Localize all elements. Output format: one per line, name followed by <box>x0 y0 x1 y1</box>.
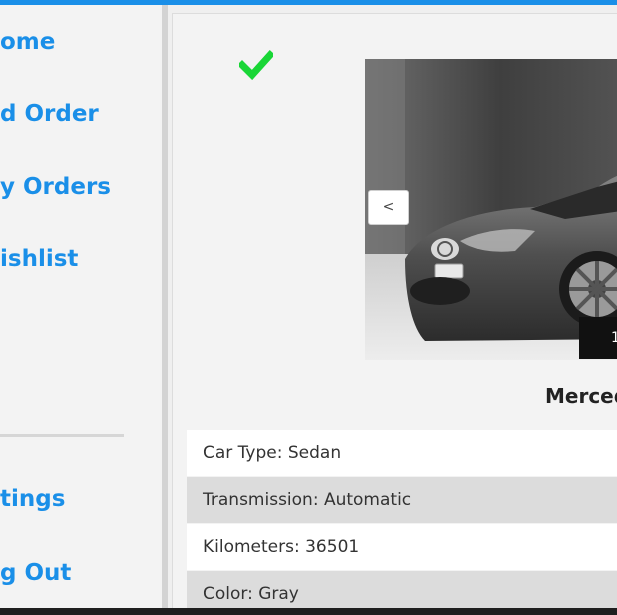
sidebar-divider <box>0 434 124 437</box>
car-title: Mercede <box>545 384 617 408</box>
main-content: < 1/ Mercede Car Type: Sedan Transmissio… <box>168 5 617 608</box>
sidebar-item-my-orders[interactable]: y Orders <box>0 174 111 200</box>
sidebar-item-log-out[interactable]: g Out <box>0 560 71 586</box>
sidebar: ome d Order y Orders ishlist tings g Out <box>0 5 162 608</box>
spec-kilometers: Kilometers: 36501 <box>187 524 617 570</box>
image-carousel[interactable]: < 1/ <box>365 59 617 360</box>
sidebar-item-wishlist[interactable]: ishlist <box>0 246 78 272</box>
check-icon <box>239 50 273 80</box>
bottom-bar <box>0 608 617 615</box>
spec-transmission: Transmission: Automatic <box>187 477 617 523</box>
carousel-counter: 1/ <box>579 317 617 359</box>
sidebar-item-add-order[interactable]: d Order <box>0 101 99 127</box>
spec-color: Color: Gray <box>187 571 617 608</box>
sidebar-item-home[interactable]: ome <box>0 29 55 55</box>
spec-car-type: Car Type: Sedan <box>187 430 617 476</box>
sidebar-item-settings[interactable]: tings <box>0 486 65 512</box>
car-card: < 1/ Mercede Car Type: Sedan Transmissio… <box>172 13 617 608</box>
carousel-prev-button[interactable]: < <box>368 190 409 225</box>
